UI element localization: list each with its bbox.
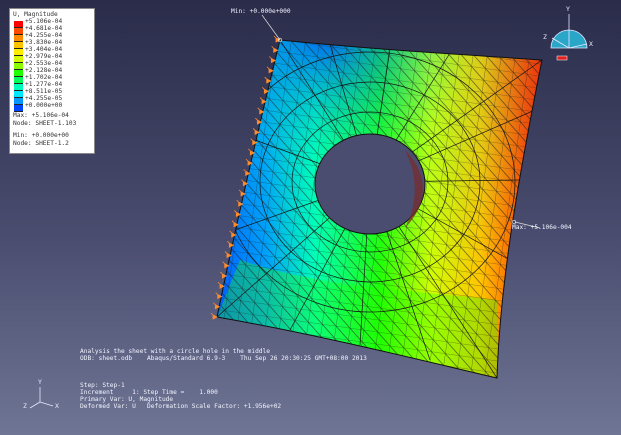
legend-swatch xyxy=(14,28,23,35)
legend-value-label: +2.979e-04 xyxy=(25,53,63,60)
legend-value-label: +8.511e-05 xyxy=(25,88,63,95)
legend-swatch xyxy=(14,84,23,91)
legend-value-label: +0.000e+00 xyxy=(25,102,63,109)
legend-swatch xyxy=(14,70,23,77)
legend-min-node: Node: SHEET-1.2 xyxy=(13,140,69,147)
axis-x-label: X xyxy=(55,402,59,410)
odb-info-line: ODB: sheet.odb Abaqus/Standard 6.9-3 Thu… xyxy=(80,355,367,362)
contour-legend[interactable]: U, Magnitude +5.106e-04 +4.681e-04 +4.255e… xyxy=(9,8,95,154)
view-triad-3d[interactable] xyxy=(550,14,588,61)
legend-swatch xyxy=(14,98,23,105)
legend-value-label: +4.255e-04 xyxy=(25,32,63,39)
legend-swatch xyxy=(14,35,23,42)
deformed-variable-line: Deformed Var: U Deformation Scale Factor… xyxy=(80,403,282,410)
axis-y-label: Y xyxy=(38,378,42,386)
legend-value-label: +1.702e-04 xyxy=(25,74,63,81)
legend-value-label: +4.255e-05 xyxy=(25,95,63,102)
legend-value-label: +1.277e-04 xyxy=(25,81,63,88)
legend-swatch xyxy=(14,77,23,84)
legend-swatch xyxy=(14,42,23,49)
triad-z-label: Z xyxy=(543,33,547,41)
global-axis-triad xyxy=(29,387,54,409)
bc-marker xyxy=(210,312,218,320)
min-leader-line xyxy=(261,14,281,41)
legend-swatch xyxy=(14,63,23,70)
legend-swatch xyxy=(14,105,23,112)
legend-value-label: +5.106e-04 xyxy=(25,18,63,25)
legend-max-node: Node: SHEET-1.103 xyxy=(13,120,77,127)
legend-max-value: Max: +5.106e-04 xyxy=(13,112,69,119)
legend-swatch xyxy=(14,21,23,28)
max-annotation: Max: +5.106e-004 xyxy=(512,224,572,231)
center-hole xyxy=(314,133,426,235)
legend-value-label: +3.830e-04 xyxy=(25,39,63,46)
legend-min-value: Min: +0.000e+00 xyxy=(13,132,69,139)
legend-value-label: +2.553e-04 xyxy=(25,60,63,67)
legend-swatch xyxy=(14,91,23,98)
min-annotation: Min: +0.000e+000 xyxy=(231,8,291,15)
triad-x-label: X xyxy=(589,40,593,48)
legend-title: U, Magnitude xyxy=(13,11,58,18)
legend-value-label: +4.681e-04 xyxy=(25,25,63,32)
legend-color-bar xyxy=(14,21,23,112)
legend-swatch xyxy=(14,49,23,56)
legend-value-label: +2.128e-04 xyxy=(25,67,63,74)
legend-values: +5.106e-04 +4.681e-04 +4.255e-04 +3.830e-04… xyxy=(25,18,62,109)
triad-y-label: Y xyxy=(566,5,570,13)
axis-z-label: Z xyxy=(23,402,27,410)
legend-value-label: +3.404e-04 xyxy=(25,46,63,53)
legend-swatch xyxy=(14,56,23,63)
